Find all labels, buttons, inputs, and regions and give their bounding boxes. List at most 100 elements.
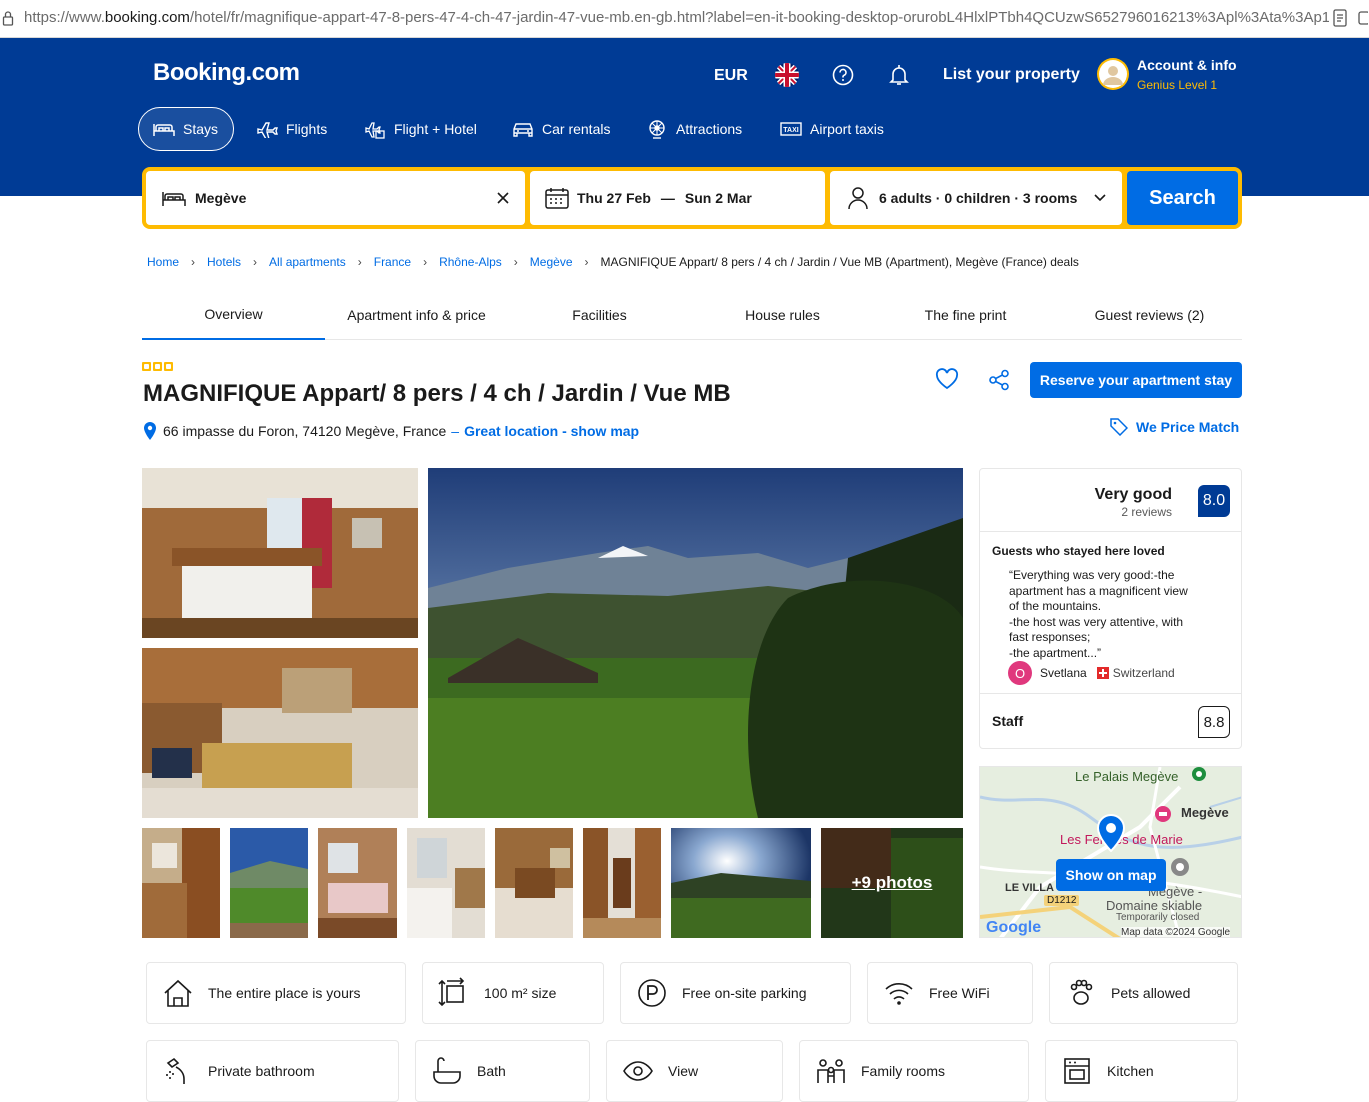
destination-field[interactable]: Megève [146, 171, 525, 225]
breadcrumb-all-apartments[interactable]: All apartments [269, 255, 346, 269]
paw-icon [1070, 979, 1093, 1005]
review-quote[interactable]: “Everything was very good:-the apartment… [1009, 568, 1219, 661]
uk-flag-icon[interactable] [775, 63, 799, 87]
reviewer-name: Svetlana [1040, 666, 1087, 680]
tab-house-rules[interactable]: House rules [691, 290, 874, 340]
breadcrumb-rhone-alps[interactable]: Rhône-Alps [439, 255, 502, 269]
eye-icon [623, 1061, 653, 1081]
flight-hotel-icon [365, 122, 385, 139]
kitchen-icon [1064, 1058, 1090, 1084]
tag-icon [1110, 418, 1128, 436]
tab-facilities[interactable]: Facilities [508, 290, 691, 340]
photo-main-mountain-view[interactable] [428, 468, 963, 818]
bath-icon [433, 1057, 461, 1084]
breadcrumb: Home › Hotels › All apartments › France › Rh… [147, 255, 1079, 269]
facility-family-rooms: Family rooms [799, 1040, 1029, 1102]
bed-icon [162, 192, 186, 206]
heart-icon[interactable] [935, 368, 959, 390]
star-rating [142, 362, 173, 371]
staff-score-badge: 8.8 [1198, 706, 1230, 738]
search-bar: Megève Thu 27 Feb — Sun 2 Mar 6 adults ·… [142, 167, 1242, 229]
park-marker-icon [1190, 767, 1208, 785]
guests-selector[interactable]: 6 adults · 0 children · 3 rooms [830, 171, 1122, 225]
facility-entire-place: The entire place is yours [146, 962, 406, 1024]
tab-guest-reviews[interactable]: Guest reviews (2) [1057, 290, 1242, 340]
facility-pets: Pets allowed [1049, 962, 1238, 1024]
reviewer-avatar: O [1008, 661, 1032, 685]
family-icon [817, 1059, 845, 1083]
avatar[interactable] [1097, 58, 1129, 90]
nav-car-rentals[interactable]: Car rentals [498, 107, 624, 151]
tab-overview[interactable]: Overview [142, 290, 325, 340]
hotel-marker-icon [1154, 805, 1172, 823]
photo-thumb-garden[interactable] [230, 828, 308, 938]
tab-fine-print[interactable]: The fine print [874, 290, 1057, 340]
photo-thumb-bath[interactable] [407, 828, 485, 938]
share-icon[interactable] [988, 369, 1010, 391]
currency-selector[interactable]: EUR [714, 67, 748, 85]
breadcrumb-hotels[interactable]: Hotels [207, 255, 241, 269]
size-icon [438, 977, 465, 1007]
browser-url-bar[interactable]: https://www.booking.com/hotel/fr/magnifi… [0, 0, 1369, 38]
photo-thumb-bathroom[interactable] [142, 828, 220, 938]
photo-thumb-hallway[interactable] [583, 828, 661, 938]
property-tabs: Overview Apartment info & price Faciliti… [142, 290, 1242, 340]
taxi-icon: TAXI [780, 122, 802, 136]
house-icon [164, 979, 192, 1007]
location-pin-icon [144, 422, 156, 440]
nav-attractions[interactable]: Attractions [632, 107, 756, 151]
review-score-badge: 8.0 [1198, 485, 1230, 517]
ski-marker-icon [1170, 857, 1190, 877]
facility-view: View [606, 1040, 783, 1102]
reviewer: O Svetlana Switzerland [1008, 661, 1175, 685]
facility-wifi: Free WiFi [867, 962, 1033, 1024]
facility-parking: Free on-site parking [620, 962, 851, 1024]
lock-icon [2, 10, 14, 26]
nav-flights[interactable]: Flights [242, 107, 341, 151]
photo-dining-room[interactable] [142, 648, 418, 818]
attractions-icon [649, 120, 665, 139]
clear-icon[interactable] [496, 191, 510, 205]
breadcrumb-home[interactable]: Home [147, 255, 179, 269]
booking-logo[interactable]: Booking.com [153, 59, 300, 87]
photo-bedroom[interactable] [142, 468, 418, 638]
staff-score-row: Staff 8.8 [980, 693, 1241, 749]
breadcrumb-current: MAGNIFIQUE Appart/ 8 pers / 4 ch / Jardi… [600, 255, 1079, 269]
url-text[interactable]: https://www.booking.com/hotel/fr/magnifi… [24, 9, 1329, 26]
show-on-map-button[interactable]: Show on map [1056, 859, 1166, 891]
more-photos-link[interactable]: +9 photos [821, 828, 963, 938]
help-icon[interactable] [832, 63, 854, 87]
plane-icon [257, 122, 278, 138]
bell-icon[interactable] [888, 63, 910, 87]
breadcrumb-france[interactable]: France [374, 255, 411, 269]
reserve-button[interactable]: Reserve your apartment stay [1030, 362, 1242, 398]
price-match-link[interactable]: We Price Match [1110, 418, 1239, 436]
bed-icon [153, 124, 175, 136]
search-button[interactable]: Search [1127, 171, 1238, 225]
review-score-header[interactable]: Very good 2 reviews 8.0 [980, 469, 1241, 532]
show-map-link[interactable]: Great location - show map [464, 423, 639, 439]
nav-flight-hotel[interactable]: Flight + Hotel [350, 107, 491, 151]
loved-heading: Guests who stayed here loved [992, 544, 1165, 558]
breadcrumb-megeve[interactable]: Megève [530, 255, 573, 269]
person-icon [848, 187, 868, 210]
facility-bath: Bath [415, 1040, 590, 1102]
review-count: 2 reviews [1121, 505, 1172, 519]
map-preview[interactable]: Le Palais Megève Megève Les Fermes de Ma… [979, 766, 1242, 938]
photo-thumb-living[interactable] [495, 828, 573, 938]
property-address: 66 impasse du Foron, 74120 Megève, Franc… [143, 421, 639, 441]
list-your-property-link[interactable]: List your property [943, 66, 1080, 84]
photo-thumb-sunny-view[interactable] [671, 828, 811, 938]
extension-icon[interactable] [1358, 9, 1368, 27]
facility-kitchen: Kitchen [1045, 1040, 1238, 1102]
nav-stays[interactable]: Stays [138, 107, 234, 151]
tab-apartment-info[interactable]: Apartment info & price [325, 290, 508, 340]
svg-text:TAXI: TAXI [783, 127, 798, 134]
reader-mode-icon[interactable] [1333, 9, 1347, 27]
nav-airport-taxis[interactable]: TAXI Airport taxis [766, 107, 898, 151]
photo-thumb-bedroom-2[interactable] [318, 828, 397, 938]
property-title: MAGNIFIQUE Appart/ 8 pers / 4 ch / Jardi… [143, 380, 731, 407]
account-name[interactable]: Account & info [1137, 57, 1237, 73]
switzerland-flag-icon [1096, 667, 1109, 679]
date-picker[interactable]: Thu 27 Feb — Sun 2 Mar [530, 171, 825, 225]
